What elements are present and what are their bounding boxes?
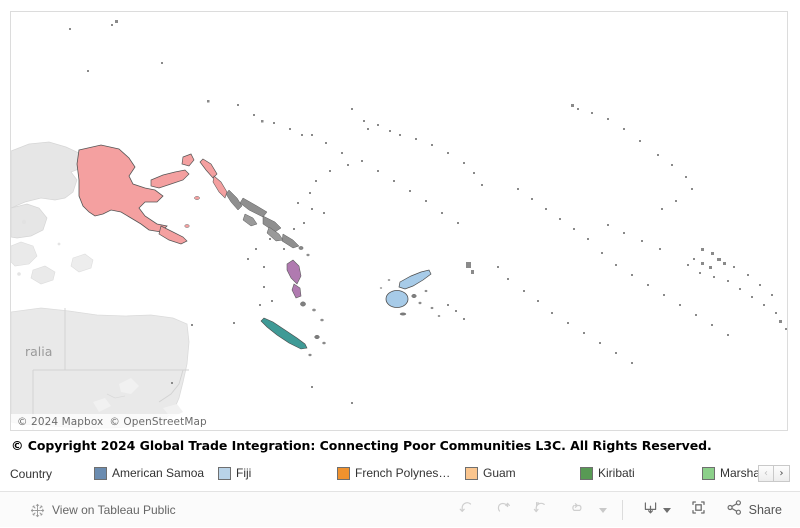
redo-icon	[494, 498, 513, 522]
tableau-viz-container: ralia © 2024 Mapbox © OpenStreetMap © Cop…	[0, 0, 800, 527]
legend-item-american-samoa[interactable]: American Samoa	[94, 466, 204, 480]
legend-item-fiji[interactable]: Fiji	[218, 466, 251, 480]
download-icon	[641, 498, 660, 522]
map-label-australia: ralia	[25, 344, 52, 359]
legend-item-marshall[interactable]: Marshall	[702, 466, 765, 480]
fullscreen-icon	[689, 498, 708, 522]
legend-prev-button[interactable]: ‹	[758, 465, 774, 482]
legend-pager: ‹ ›	[758, 465, 790, 482]
share-icon	[726, 499, 743, 521]
map-australia	[11, 307, 190, 430]
revert-button[interactable]	[522, 492, 559, 528]
legend-item-french-polynesia[interactable]: French Polynes…	[337, 466, 450, 480]
legend-label-fiji: Fiji	[236, 466, 252, 480]
bottom-toolbar: View on Tableau Public Share	[0, 491, 800, 527]
view-on-tableau-public-button[interactable]: View on Tableau Public	[30, 492, 176, 528]
toolbar-actions: Share	[448, 492, 788, 528]
redo-button[interactable]	[485, 492, 522, 528]
legend-swatch-guam	[465, 466, 478, 480]
undo-icon	[457, 498, 476, 522]
copyright-caption: © Copyright 2024 Global Trade Integratio…	[11, 438, 712, 453]
legend-label-french-polynesia: French Polynes…	[355, 466, 451, 480]
legend-item-kiribati[interactable]: Kiribati	[580, 466, 635, 480]
legend-country: Country American Samoa Fiji French Polyn…	[10, 463, 790, 487]
legend-title: Country	[10, 467, 53, 481]
map-attribution[interactable]: © 2024 Mapbox © OpenStreetMap	[11, 414, 219, 430]
map-panel[interactable]: ralia © 2024 Mapbox © OpenStreetMap	[10, 11, 788, 431]
legend-item-guam[interactable]: Guam	[465, 466, 516, 480]
legend-swatch-french-polynesia	[337, 466, 350, 480]
toolbar-divider	[621, 500, 623, 520]
download-chevron-down-icon	[662, 507, 671, 513]
legend-label-guam: Guam	[483, 466, 516, 480]
legend-swatch-marshall	[702, 466, 715, 480]
legend-swatch-kiribati	[580, 466, 593, 480]
legend-next-button[interactable]: ›	[774, 465, 790, 482]
legend-label-american-samoa: American Samoa	[112, 466, 205, 480]
download-button[interactable]	[632, 492, 680, 528]
refresh-dropdown-button[interactable]	[596, 492, 613, 528]
refresh-button[interactable]	[559, 492, 596, 528]
attribution-osm[interactable]: © OpenStreetMap	[109, 416, 206, 428]
map-vector: ralia	[11, 12, 787, 430]
share-label: Share	[748, 503, 782, 517]
revert-icon	[531, 498, 550, 522]
fullscreen-button[interactable]	[680, 492, 717, 528]
tableau-logo-icon	[30, 503, 45, 518]
legend-swatch-american-samoa	[94, 466, 107, 480]
legend-swatch-fiji	[218, 466, 231, 480]
undo-button[interactable]	[448, 492, 485, 528]
view-on-tableau-public-label: View on Tableau Public	[52, 503, 176, 517]
attribution-mapbox[interactable]: © 2024 Mapbox	[17, 416, 103, 428]
refresh-icon	[568, 498, 587, 522]
map-canvas[interactable]: ralia	[11, 12, 787, 430]
legend-label-kiribati: Kiribati	[598, 466, 635, 480]
share-button[interactable]: Share	[717, 499, 788, 521]
chevron-down-icon	[598, 507, 607, 513]
